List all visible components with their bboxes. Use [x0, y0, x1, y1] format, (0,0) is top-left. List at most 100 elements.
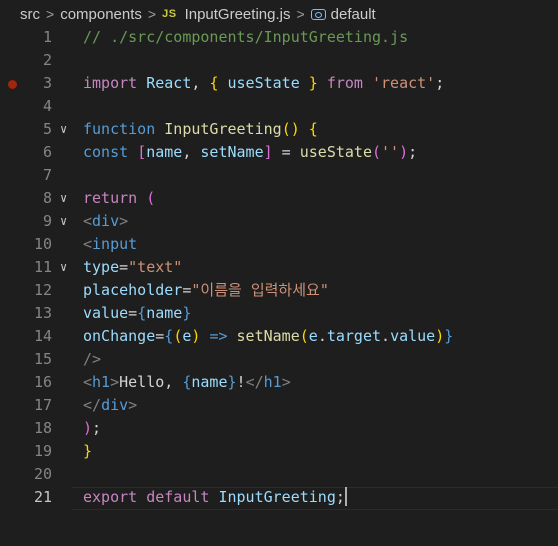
code-line[interactable]: 4	[0, 95, 558, 118]
code-token: name	[146, 143, 183, 161]
code-line[interactable]: 19}	[0, 440, 558, 463]
line-number: 21	[33, 488, 52, 506]
code-token: =	[128, 304, 138, 322]
code-text: <div>	[83, 210, 128, 233]
fold-chevron-icon[interactable]: ∨	[60, 118, 67, 141]
breadcrumb-item-symbol[interactable]: default	[331, 6, 376, 23]
line-number: 4	[42, 97, 52, 115]
code-token: InputGreeting	[218, 488, 336, 506]
code-line[interactable]: 20	[0, 463, 558, 486]
code-token: .	[381, 327, 391, 345]
breadcrumb-item-file[interactable]: InputGreeting.js	[185, 6, 291, 23]
code-token: input	[92, 235, 138, 253]
symbol-variable-icon	[310, 8, 326, 20]
code-token: {	[308, 120, 318, 138]
line-number: 2	[42, 51, 52, 69]
line-number: 17	[33, 396, 52, 414]
code-token: div	[92, 212, 120, 230]
code-text: import React, { useState } from 'react';	[83, 72, 444, 95]
code-token: =	[155, 327, 165, 345]
code-token: {	[164, 327, 174, 345]
line-number: 19	[33, 442, 52, 460]
code-text: type="text"	[83, 256, 182, 279]
code-line[interactable]: 9 ∨ <div>	[0, 210, 558, 233]
code-text: <h1>Hello, {name}!</h1>	[83, 371, 291, 394]
code-line[interactable]: 5 ∨ function InputGreeting() {	[0, 118, 558, 141]
code-token: ''	[381, 143, 400, 161]
line-number: 11	[33, 258, 52, 276]
code-text: export default InputGreeting;	[83, 486, 347, 509]
code-line[interactable]: 14 onChange={(e) => setName(e.target.valu…	[0, 325, 558, 348]
breadcrumb-item-components[interactable]: components	[60, 6, 142, 23]
code-token: target	[326, 327, 382, 345]
code-line[interactable]: 2	[0, 49, 558, 72]
code-token: )	[83, 419, 93, 437]
code-token: <	[83, 373, 93, 391]
code-token: setName	[200, 143, 264, 161]
code-token: ;	[335, 488, 345, 506]
code-line[interactable]: 8 ∨ return (	[0, 187, 558, 210]
code-text: />	[83, 348, 101, 371]
chevron-right-icon: >	[46, 6, 55, 22]
line-number: 6	[42, 143, 52, 161]
code-text: // ./src/components/InputGreeting.js	[83, 26, 408, 49]
line-number: 1	[42, 28, 52, 46]
code-token: ]	[263, 143, 273, 161]
fold-chevron-icon[interactable]: ∨	[60, 187, 67, 210]
code-line[interactable]: 13 value={name}	[0, 302, 558, 325]
code-line[interactable]: 16 <h1>Hello, {name}!</h1>	[0, 371, 558, 394]
code-token: return	[83, 189, 138, 207]
line-number: 16	[33, 373, 52, 391]
code-token: h1	[263, 373, 282, 391]
code-text: function InputGreeting() {	[83, 118, 318, 141]
code-line[interactable]: 11 ∨ type="text"	[0, 256, 558, 279]
code-token: }	[308, 74, 318, 92]
code-token: .	[317, 327, 327, 345]
code-token: (	[146, 189, 156, 207]
code-text: onChange={(e) => setName(e.target.value)…	[83, 325, 453, 348]
code-line[interactable]: 21 export default InputGreeting;	[0, 486, 558, 510]
line-number: 5	[42, 120, 52, 138]
code-token: useState	[227, 74, 300, 92]
code-token: (	[173, 327, 183, 345]
line-number: 7	[42, 166, 52, 184]
code-token: from	[326, 74, 363, 92]
code-line[interactable]: 6 const [name, setName] = useState('');	[0, 141, 558, 164]
code-line[interactable]: 3 import React, { useState } from 'react'…	[0, 72, 558, 95]
breadcrumb-item-src[interactable]: src	[20, 6, 40, 23]
code-line[interactable]: 7	[0, 164, 558, 187]
code-line[interactable]: 12 placeholder="이름을 입력하세요"	[0, 279, 558, 302]
code-token: (	[372, 143, 382, 161]
code-token: ,	[191, 74, 210, 92]
chevron-right-icon: >	[147, 6, 157, 22]
code-token: // ./src/components/InputGreeting.js	[83, 28, 409, 46]
code-token: }	[83, 442, 93, 460]
code-token: ;	[408, 143, 418, 161]
code-token: export	[83, 488, 138, 506]
code-token: name	[191, 373, 228, 391]
code-token: </	[83, 396, 102, 414]
code-token: type	[83, 258, 120, 276]
code-token: ;	[92, 419, 102, 437]
code-line[interactable]: 17 </div>	[0, 394, 558, 417]
code-token: [	[137, 143, 147, 161]
line-number: 10	[33, 235, 52, 253]
line-number: 8	[42, 189, 52, 207]
code-token: ;	[435, 74, 445, 92]
code-text: }	[83, 440, 92, 463]
code-token: function	[83, 120, 156, 138]
code-line[interactable]: 15 />	[0, 348, 558, 371]
code-line[interactable]: 18);	[0, 417, 558, 440]
code-line[interactable]: 10 <input	[0, 233, 558, 256]
code-token: name	[146, 304, 183, 322]
code-line[interactable]: 1 // ./src/components/InputGreeting.js	[0, 26, 558, 49]
fold-chevron-icon[interactable]: ∨	[60, 256, 67, 279]
code-token: >	[110, 373, 120, 391]
fold-chevron-icon[interactable]: ∨	[60, 210, 67, 233]
